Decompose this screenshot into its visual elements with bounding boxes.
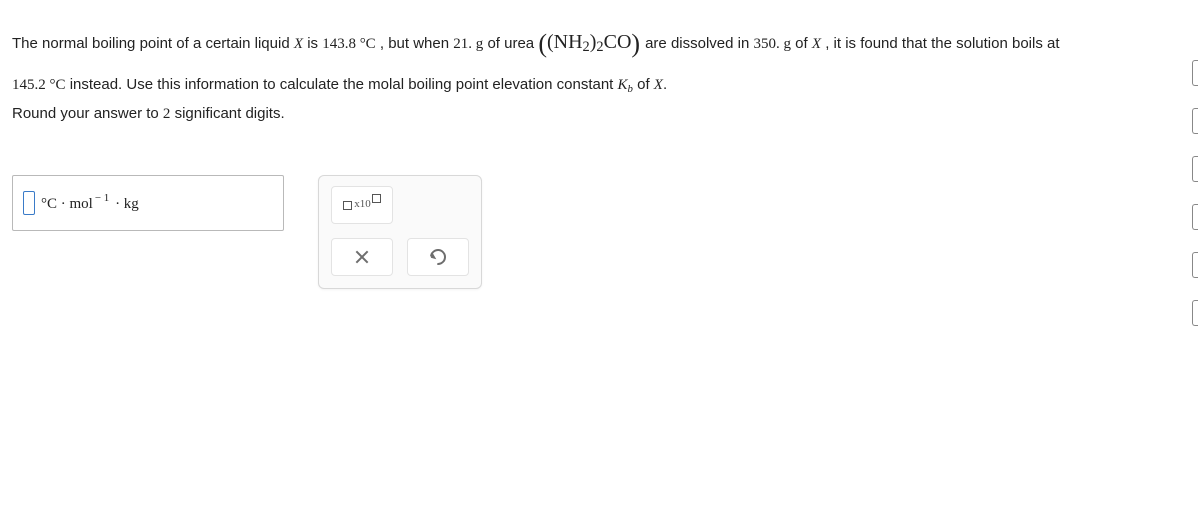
unit-kg: · kg — [111, 196, 139, 212]
close-icon — [355, 250, 369, 264]
side-stub-icon[interactable] — [1192, 204, 1198, 230]
text: is — [307, 35, 322, 52]
side-stub-icon[interactable] — [1192, 108, 1198, 134]
reset-button[interactable] — [407, 238, 469, 276]
kb-sub: b — [628, 83, 633, 95]
text: . — [663, 76, 667, 93]
answer-box[interactable]: °C · mol− 1 · kg — [12, 175, 284, 231]
text: significant digits. — [170, 105, 284, 122]
bp-soln: 145.2 °C — [12, 77, 66, 93]
text: of urea — [487, 35, 538, 52]
side-stub-icon[interactable] — [1192, 300, 1198, 326]
co: CO — [604, 31, 632, 53]
button-panel: x10 — [318, 175, 482, 289]
mass-solute: 21. g — [453, 36, 483, 52]
text: of — [795, 35, 812, 52]
inner-open: ( — [547, 31, 554, 53]
side-stub-icon[interactable] — [1192, 252, 1198, 278]
answer-zone: °C · mol− 1 · kg x10 — [12, 175, 1188, 289]
outer-sub: 2 — [596, 39, 603, 55]
text: , it is found that the solution boils at — [825, 35, 1059, 52]
var-x: X — [294, 36, 303, 52]
unit-deg: °C · mol — [41, 196, 93, 212]
side-stub-icon[interactable] — [1192, 60, 1198, 86]
text: are dissolved in — [645, 35, 753, 52]
text: instead. Use this information to calcula… — [70, 76, 618, 93]
answer-units: °C · mol− 1 · kg — [41, 192, 139, 213]
placeholder-box-icon — [343, 201, 352, 210]
urea-formula: ((NH2)2CO) — [538, 31, 645, 53]
text: , but when — [380, 35, 453, 52]
kb: K — [618, 77, 628, 93]
text: of — [637, 76, 654, 93]
side-toolbar — [1192, 60, 1200, 326]
paren-close: ) — [631, 29, 640, 58]
rounding-instruction: Round your answer to 2 significant digit… — [12, 105, 1188, 123]
clear-button[interactable] — [331, 238, 393, 276]
var-x: X — [654, 77, 663, 93]
text: The normal boiling point of a certain li… — [12, 35, 294, 52]
text: Round your answer to — [12, 105, 163, 122]
sci-notation-button[interactable]: x10 — [331, 186, 393, 224]
side-stub-icon[interactable] — [1192, 156, 1198, 182]
answer-input[interactable] — [23, 191, 35, 215]
nh: NH — [554, 31, 583, 53]
paren-open: ( — [538, 29, 547, 58]
nh-sub: 2 — [583, 39, 590, 55]
problem-statement: The normal boiling point of a certain li… — [12, 18, 1188, 101]
mass-solvent: 350. g — [754, 36, 792, 52]
reset-icon — [427, 245, 450, 268]
var-x: X — [812, 36, 821, 52]
x10-label: x10 — [354, 199, 371, 210]
bp-pure: 143.8 °C — [322, 36, 376, 52]
placeholder-exp-icon — [372, 194, 381, 203]
unit-exp: − 1 — [95, 192, 109, 204]
